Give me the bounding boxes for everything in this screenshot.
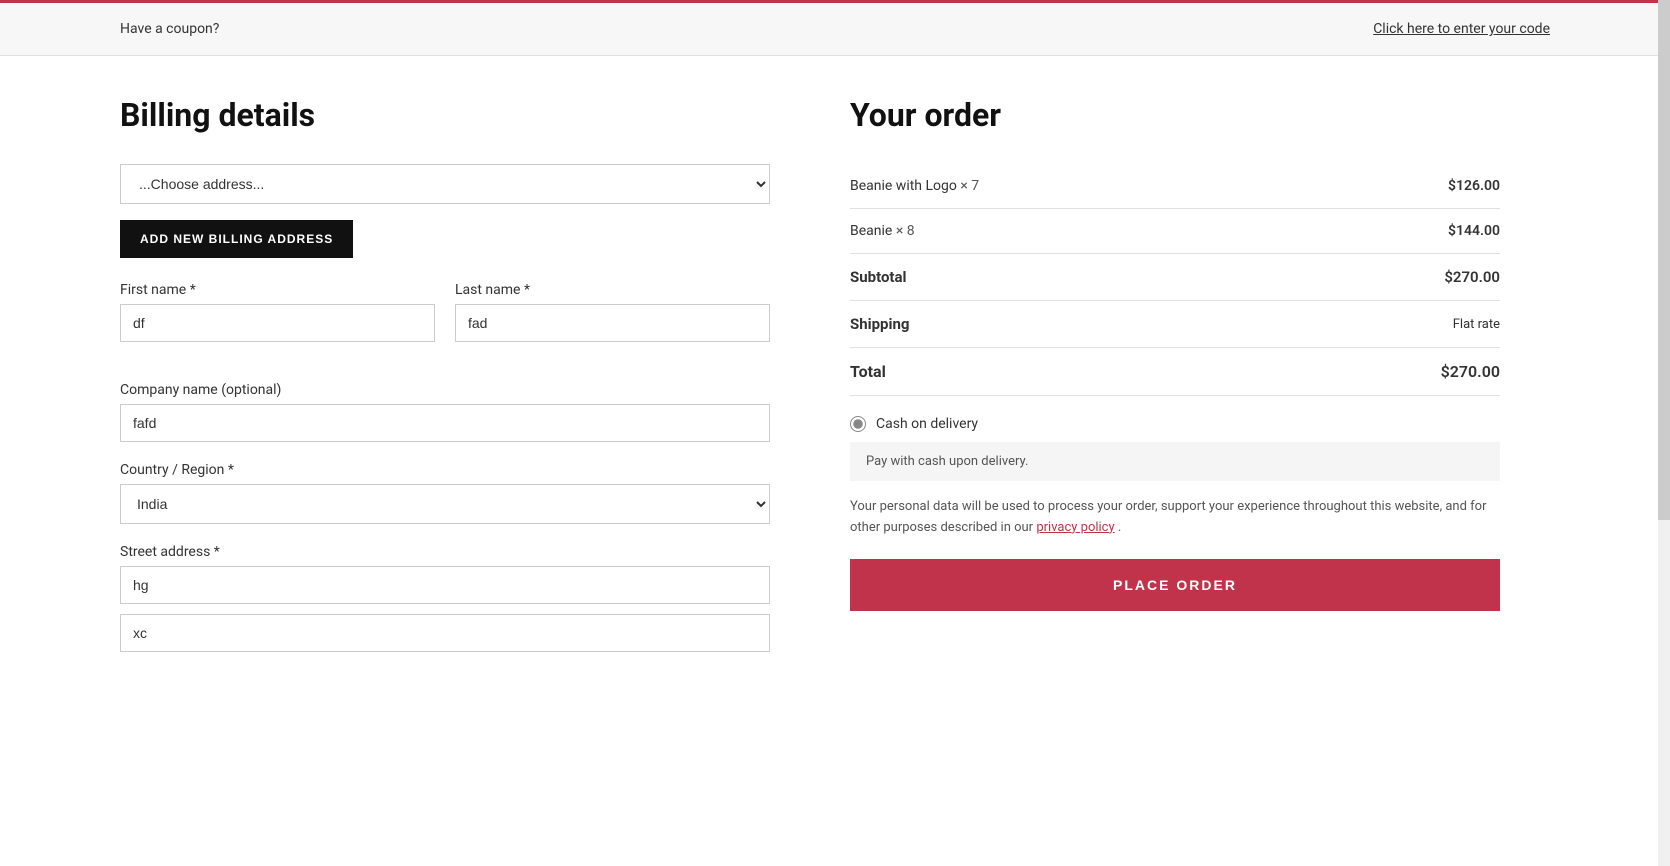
place-order-button[interactable]: PLACE ORDER [850,559,1500,611]
street-input-2[interactable] [120,614,770,652]
country-group: Country / Region * India United States U… [120,462,770,524]
product-price-2: $144.00 [1295,209,1500,254]
add-address-button[interactable]: ADD NEW BILLING ADDRESS [120,220,353,258]
order-section: Your order Beanie with Logo × 7 $126.00 … [850,96,1500,672]
privacy-text: Your personal data will be used to proce… [850,497,1500,539]
shipping-value: Flat rate [1295,301,1500,348]
shipping-row: Shipping Flat rate [850,301,1500,348]
payment-section: Cash on delivery Pay with cash upon deli… [850,416,1500,611]
order-item-row: Beanie with Logo × 7 $126.00 [850,164,1500,209]
subtotal-label: Subtotal [850,254,1295,301]
order-title: Your order [850,96,1500,134]
product-name-2: Beanie × 8 [850,209,1295,254]
total-row: Total $270.00 [850,348,1500,396]
street-label: Street address * [120,544,770,560]
main-content: Billing details ...Choose address... ADD… [0,56,1670,712]
last-name-label: Last name * [455,282,770,298]
company-input[interactable] [120,404,770,442]
billing-section: Billing details ...Choose address... ADD… [120,96,770,672]
first-name-label: First name * [120,282,435,298]
company-group: Company name (optional) [120,382,770,442]
last-name-group: Last name * [455,282,770,342]
last-name-input[interactable] [455,304,770,342]
scrollbar-track[interactable] [1658,0,1670,866]
scrollbar-thumb[interactable] [1658,0,1670,520]
subtotal-value: $270.00 [1295,254,1500,301]
country-label: Country / Region * [120,462,770,478]
order-table: Beanie with Logo × 7 $126.00 Beanie × 8 … [850,164,1500,396]
first-name-input[interactable] [120,304,435,342]
subtotal-row: Subtotal $270.00 [850,254,1500,301]
total-value: $270.00 [1295,348,1500,396]
product-name-1: Beanie with Logo × 7 [850,164,1295,209]
name-row: First name * Last name * [120,282,770,362]
street-group: Street address * [120,544,770,652]
product-price-1: $126.00 [1295,164,1500,209]
privacy-policy-link[interactable]: privacy policy [1036,520,1114,535]
order-item-row: Beanie × 8 $144.00 [850,209,1500,254]
billing-title: Billing details [120,96,770,134]
total-label: Total [850,348,1295,396]
cash-on-delivery-label: Cash on delivery [876,416,978,432]
street-input-1[interactable] [120,566,770,604]
payment-description: Pay with cash upon delivery. [850,442,1500,481]
country-select[interactable]: India United States United Kingdom [120,484,770,524]
address-select[interactable]: ...Choose address... [120,164,770,204]
cash-on-delivery-radio[interactable] [850,416,866,432]
shipping-label: Shipping [850,301,1295,348]
payment-option: Cash on delivery [850,416,1500,432]
coupon-bar: Have a coupon? Click here to enter your … [0,0,1670,56]
first-name-group: First name * [120,282,435,342]
coupon-text: Have a coupon? [120,21,219,37]
coupon-link[interactable]: Click here to enter your code [1373,21,1550,37]
company-label: Company name (optional) [120,382,770,398]
